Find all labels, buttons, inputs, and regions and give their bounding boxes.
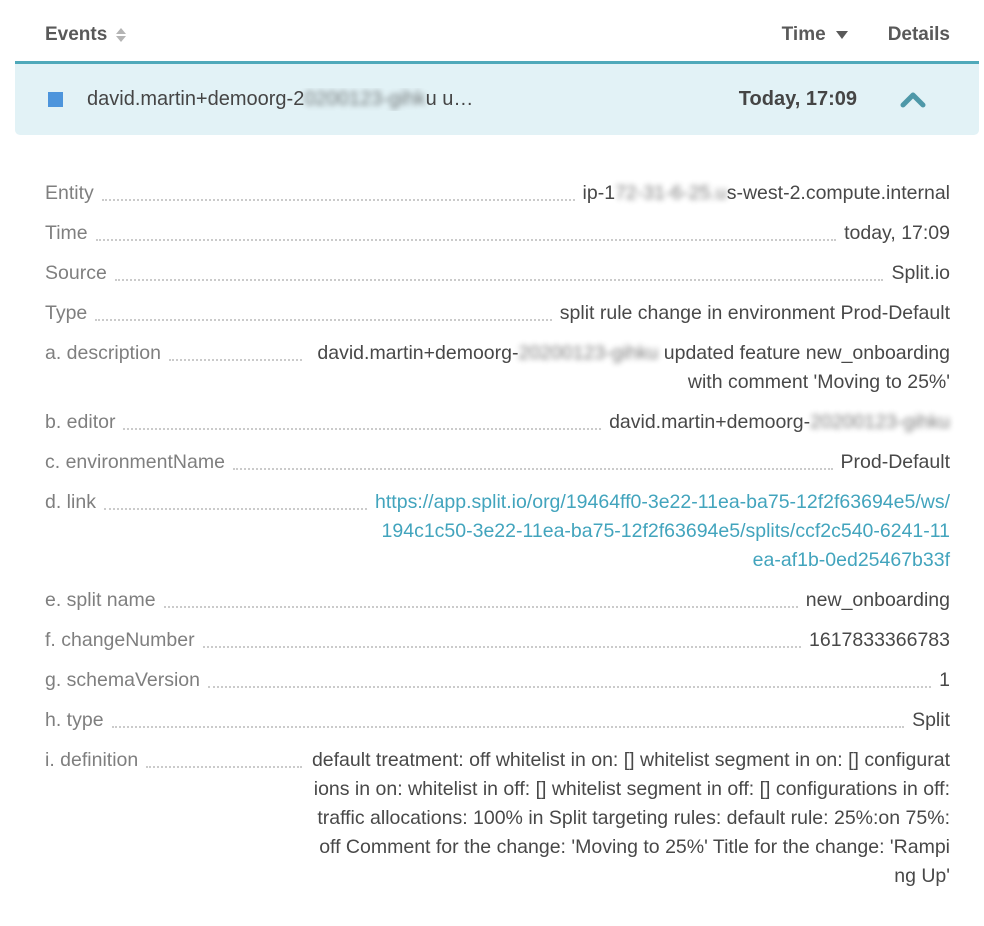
property-row-source: Source Split.io	[45, 259, 950, 288]
leader-dots	[95, 299, 552, 321]
property-label: Entity	[45, 179, 94, 208]
property-label: i. definition	[45, 746, 138, 775]
leader-dots	[102, 179, 575, 201]
leader-dots	[203, 626, 801, 648]
property-label: f. changeNumber	[45, 626, 195, 655]
property-row-type: Type split rule change in environment Pr…	[45, 299, 950, 328]
property-row-change-number: f. changeNumber 1617833366783	[45, 626, 950, 655]
events-column-label: Events	[45, 24, 107, 46]
property-label: e. split name	[45, 586, 156, 615]
redacted-text: 20200123-gihku	[518, 342, 658, 364]
property-value: 1	[939, 666, 950, 695]
property-label: h. type	[45, 706, 104, 735]
leader-dots	[115, 259, 884, 281]
property-value: new_onboarding	[806, 586, 950, 615]
property-row-time: Time today, 17:09	[45, 219, 950, 248]
leader-dots	[123, 408, 601, 430]
property-row-definition: i. definition default treatment: off whi…	[45, 746, 950, 891]
leader-dots	[169, 339, 302, 361]
property-value: david.martin+demoorg-20200123-gihku	[609, 408, 950, 437]
property-value: ip-172-31-6-25.us-west-2.compute.interna…	[583, 179, 950, 208]
selected-event-row[interactable]: david.martin+demoorg-20200123-gihku u… T…	[15, 61, 979, 135]
property-row-editor: b. editor david.martin+demoorg-20200123-…	[45, 408, 950, 437]
redacted-text: 20200123-gihku	[810, 411, 950, 433]
leader-dots	[208, 666, 931, 688]
property-label: g. schemaVersion	[45, 666, 200, 695]
column-header-time[interactable]: Time	[782, 24, 848, 46]
leader-dots	[96, 219, 837, 241]
property-row-split-name: e. split name new_onboarding	[45, 586, 950, 615]
leader-dots	[104, 488, 367, 510]
property-label: a. description	[45, 339, 161, 368]
leader-dots	[112, 706, 905, 728]
property-value: default treatment: off whitelist in on: …	[310, 746, 950, 891]
time-column-label: Time	[782, 24, 826, 46]
property-value: Prod-Default	[841, 448, 950, 477]
redacted-text: 0200123-gihk	[304, 88, 425, 110]
property-value: 1617833366783	[809, 626, 950, 655]
property-value: Split.io	[891, 259, 950, 288]
leader-dots	[164, 586, 798, 608]
property-label: Time	[45, 219, 88, 248]
property-value: Split	[912, 706, 950, 735]
property-value: today, 17:09	[844, 219, 950, 248]
event-properties-panel: Entity ip-172-31-6-25.us-west-2.compute.…	[0, 135, 984, 891]
leader-dots	[146, 746, 302, 768]
property-label: Source	[45, 259, 107, 288]
property-label: d. link	[45, 488, 96, 517]
property-row-schema-version: g. schemaVersion 1	[45, 666, 950, 695]
property-value: david.martin+demoorg-20200123-gihku upda…	[310, 339, 950, 397]
property-row-link: d. link https://app.split.io/org/19464ff…	[45, 488, 950, 575]
property-row-entity: Entity ip-172-31-6-25.us-west-2.compute.…	[45, 179, 950, 208]
property-label: Type	[45, 299, 87, 328]
property-value: split rule change in environment Prod-De…	[560, 299, 950, 328]
sort-updown-icon[interactable]	[116, 28, 126, 42]
leader-dots	[233, 448, 833, 470]
event-title-truncation: u u…	[426, 88, 474, 110]
caret-down-icon	[836, 31, 848, 39]
redacted-text: 72-31-6-25.u	[615, 182, 727, 204]
property-label: b. editor	[45, 408, 115, 437]
column-header-details: Details	[888, 24, 950, 46]
event-time: Today, 17:09	[739, 88, 857, 111]
split-event-link[interactable]: https://app.split.io/org/19464ff0-3e22-1…	[375, 491, 950, 571]
property-row-event-type: h. type Split	[45, 706, 950, 735]
property-row-environment-name: c. environmentName Prod-Default	[45, 448, 950, 477]
column-header-events[interactable]: Events	[45, 24, 126, 46]
chevron-up-icon[interactable]	[899, 90, 927, 110]
event-title: david.martin+demoorg-20200123-gihku u…	[87, 88, 739, 111]
event-marker-icon	[48, 92, 63, 107]
property-row-description: a. description david.martin+demoorg-2020…	[45, 339, 950, 397]
event-title-text: david.martin+demoorg-2	[87, 88, 304, 110]
property-value: https://app.split.io/org/19464ff0-3e22-1…	[375, 488, 950, 575]
events-table-header: Events Time Details	[0, 0, 984, 61]
property-label: c. environmentName	[45, 448, 225, 477]
